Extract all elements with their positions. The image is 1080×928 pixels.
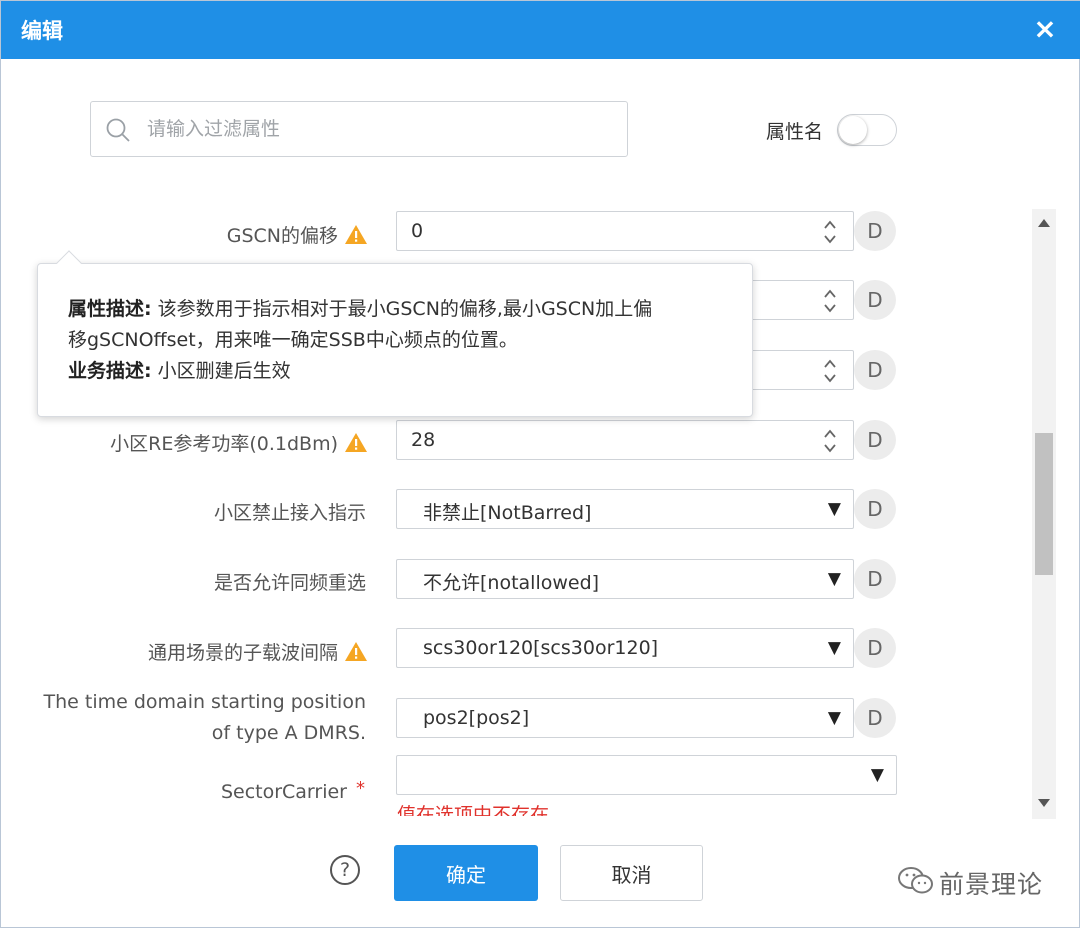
watermark-text: 前景理论: [939, 870, 1044, 899]
filter-input[interactable]: [147, 111, 607, 147]
subcarrier-spacing-select[interactable]: scs30or120[scs30or120] ▼: [396, 628, 854, 668]
field-value: 0: [411, 220, 424, 242]
default-button[interactable]: D: [854, 698, 896, 738]
spinner-arrows-icon[interactable]: [823, 288, 837, 314]
warning-icon: [345, 225, 367, 244]
caret-down-icon[interactable]: ▼: [828, 708, 841, 728]
scrollbar-thumb[interactable]: [1035, 433, 1053, 575]
tooltip-attr-desc: 属性描述: 该参数用于指示相对于最小GSCN的偏移,最小GSCN加上偏: [68, 294, 752, 325]
warning-icon: [345, 433, 367, 452]
field-label-dmrs-line1: The time domain starting position: [43, 691, 366, 713]
form-scrollbar[interactable]: [1032, 209, 1056, 819]
attribute-tooltip: 属性描述: 该参数用于指示相对于最小GSCN的偏移,最小GSCN加上偏 移gSC…: [37, 250, 753, 417]
default-button[interactable]: D: [854, 489, 896, 529]
gscn-offset-input[interactable]: 0: [396, 211, 854, 251]
spinner-arrows-icon[interactable]: [823, 358, 837, 384]
sector-carrier-select[interactable]: ▼: [396, 755, 897, 795]
scroll-up-icon[interactable]: [1038, 219, 1050, 227]
toggle-knob: [839, 116, 867, 144]
edit-dialog: 编辑 × 属性名 GSCN的偏移 0 D D D: [0, 0, 1080, 928]
field-label-intra-freq-reselection: 是否允许同频重选: [213, 572, 366, 594]
spinner-arrows-icon[interactable]: [823, 219, 837, 245]
field-value: scs30or120[scs30or120]: [423, 637, 659, 659]
caret-down-icon[interactable]: ▼: [828, 569, 841, 589]
default-button[interactable]: D: [854, 280, 896, 320]
spinner-arrows-icon[interactable]: [823, 428, 837, 454]
tooltip-attr-desc-2: 移gSCNOffset，用来唯一确定SSB中心频点的位置。: [68, 329, 518, 351]
help-icon[interactable]: ?: [330, 855, 360, 885]
default-button[interactable]: D: [854, 211, 896, 251]
intra-freq-reselection-select[interactable]: 不允许[notallowed] ▼: [396, 559, 854, 599]
tooltip-attr-title: 属性描述:: [68, 298, 152, 320]
search-icon: [106, 118, 130, 142]
field-value: 不允许[notallowed]: [423, 572, 600, 594]
wechat-icon: [898, 867, 933, 894]
cell-barred-select[interactable]: 非禁止[NotBarred] ▼: [396, 489, 854, 529]
field-value: pos2[pos2]: [423, 707, 530, 729]
tooltip-biz-desc: 业务描述: 小区删建后生效: [68, 356, 752, 387]
close-icon[interactable]: ×: [1031, 15, 1059, 43]
default-button[interactable]: D: [854, 628, 896, 668]
caret-down-icon[interactable]: ▼: [871, 765, 884, 785]
field-label-sector-carrier: SectorCarrier: [220, 781, 347, 803]
validation-error: 值在选项中不存在: [397, 804, 550, 816]
caret-down-icon[interactable]: ▼: [828, 499, 841, 519]
caret-down-icon[interactable]: ▼: [828, 638, 841, 658]
filter-box[interactable]: [90, 101, 628, 157]
tooltip-attr-text-1: 该参数用于指示相对于最小GSCN的偏移,最小GSCN加上偏: [151, 298, 653, 320]
cancel-button[interactable]: 取消: [560, 845, 703, 901]
field-label-gscn-offset: GSCN的偏移: [226, 225, 338, 247]
re-power-input[interactable]: 28: [396, 420, 854, 460]
dialog-title: 编辑: [21, 19, 63, 43]
tooltip-biz-title: 业务描述:: [68, 360, 152, 382]
tooltip-biz-text: 小区删建后生效: [151, 360, 291, 382]
field-label-subcarrier-spacing: 通用场景的子载波间隔: [147, 642, 338, 664]
dmrs-position-select[interactable]: pos2[pos2] ▼: [396, 698, 854, 738]
field-label-re-power: 小区RE参考功率(0.1dBm): [110, 433, 338, 455]
default-button[interactable]: D: [854, 559, 896, 599]
default-button[interactable]: D: [854, 350, 896, 390]
default-button[interactable]: D: [854, 420, 896, 460]
field-value: 非禁止[NotBarred]: [423, 502, 592, 524]
required-asterisk: *: [356, 778, 365, 799]
field-label-dmrs-line2: of type A DMRS.: [211, 722, 366, 744]
scroll-down-icon[interactable]: [1038, 799, 1050, 807]
warning-icon: [345, 642, 367, 661]
attr-name-toggle-label: 属性名: [766, 121, 824, 143]
ok-button[interactable]: 确定: [394, 845, 538, 901]
attr-name-toggle[interactable]: [837, 114, 897, 146]
field-label-cell-barred: 小区禁止接入指示: [213, 502, 366, 524]
dialog-titlebar: 编辑 ×: [1, 1, 1080, 59]
field-value: 28: [411, 429, 436, 451]
